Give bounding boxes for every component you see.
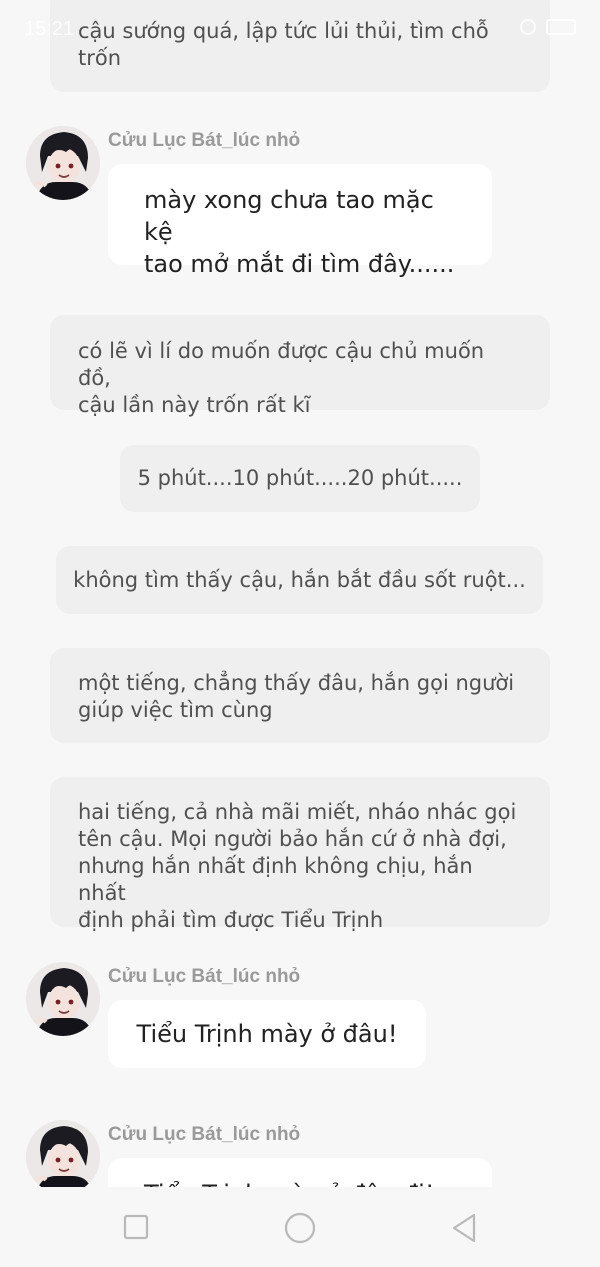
circle-icon[interactable]	[283, 1211, 317, 1245]
sender-name: Cửu Lục Bát_lúc nhỏ	[108, 966, 301, 987]
chat-bubble[interactable]: Tiểu Trịnh mày ở đâu đi!	[108, 1158, 492, 1187]
narration-line: một tiếng, chẳng thấy đâu, hắn gọi người	[78, 671, 515, 695]
narration-message: một tiếng, chẳng thấy đâu, hắn gọi người…	[50, 648, 550, 743]
narration-line: 5 phút....10 phút.....20 phút.....	[137, 466, 463, 490]
narration-line: định phải tìm được Tiểu Trịnh	[78, 908, 384, 932]
avatar-image	[26, 1120, 100, 1187]
narration-line: cậu lần này trốn rất kĩ	[78, 393, 311, 417]
narration-line: tên cậu. Mọi người bảo hắn cứ ở nhà đợi,	[78, 827, 507, 851]
narration-line: có lẽ vì lí do muốn được cậu chủ muốn đồ…	[78, 339, 485, 390]
narration-line: không tìm thấy cậu, hắn bắt đầu sốt ruột…	[73, 568, 526, 592]
narration-message: 5 phút....10 phút.....20 phút.....	[120, 445, 480, 512]
square-icon[interactable]	[120, 1211, 154, 1245]
navigation-bar	[0, 1187, 600, 1267]
chat-bubble[interactable]: Tiểu Trịnh mày ở đâu!	[108, 1000, 426, 1068]
bubble-line: Tiểu Trịnh mày ở đâu!	[136, 1020, 398, 1048]
avatar[interactable]	[26, 962, 100, 1036]
narration-message: có lẽ vì lí do muốn được cậu chủ muốn đồ…	[50, 315, 550, 417]
sender-name: Cửu Lục Bát_lúc nhỏ	[108, 1124, 301, 1145]
chat-bubble[interactable]: mày xong chưa tao mặc kệ tao mở mắt đi t…	[108, 164, 492, 278]
narration-line: nhưng hắn nhất định không chịu, hắn nhất	[78, 854, 473, 905]
chat-feed[interactable]: cậu sướng quá, lập tức lủi thủi, tìm chỗ…	[0, 0, 600, 1187]
narration-line: cậu sướng quá, lập tức lủi thủi, tìm chỗ	[78, 19, 489, 43]
bubble-line: Tiểu Trịnh mày ở đâu đi!	[144, 1178, 456, 1187]
avatar[interactable]	[26, 1120, 100, 1187]
narration-line: giúp việc tìm cùng	[78, 698, 273, 722]
bubble-line: mày xong chưa tao mặc kệ	[144, 186, 434, 246]
avatar[interactable]	[26, 126, 100, 200]
narration-message: không tìm thấy cậu, hắn bắt đầu sốt ruột…	[56, 546, 543, 614]
avatar-image	[26, 962, 100, 1036]
avatar-image	[26, 126, 100, 200]
narration-message: cậu sướng quá, lập tức lủi thủi, tìm chỗ…	[50, 0, 550, 92]
triangle-back-icon[interactable]	[448, 1211, 482, 1245]
narration-line: hai tiếng, cả nhà mãi miết, nháo nhác gọ…	[78, 800, 517, 824]
narration-line: trốn	[78, 46, 122, 70]
sender-name: Cửu Lục Bát_lúc nhỏ	[108, 130, 301, 151]
bubble-line: tao mở mắt đi tìm đây......	[144, 250, 455, 278]
narration-message: hai tiếng, cả nhà mãi miết, nháo nhác gọ…	[50, 777, 550, 932]
